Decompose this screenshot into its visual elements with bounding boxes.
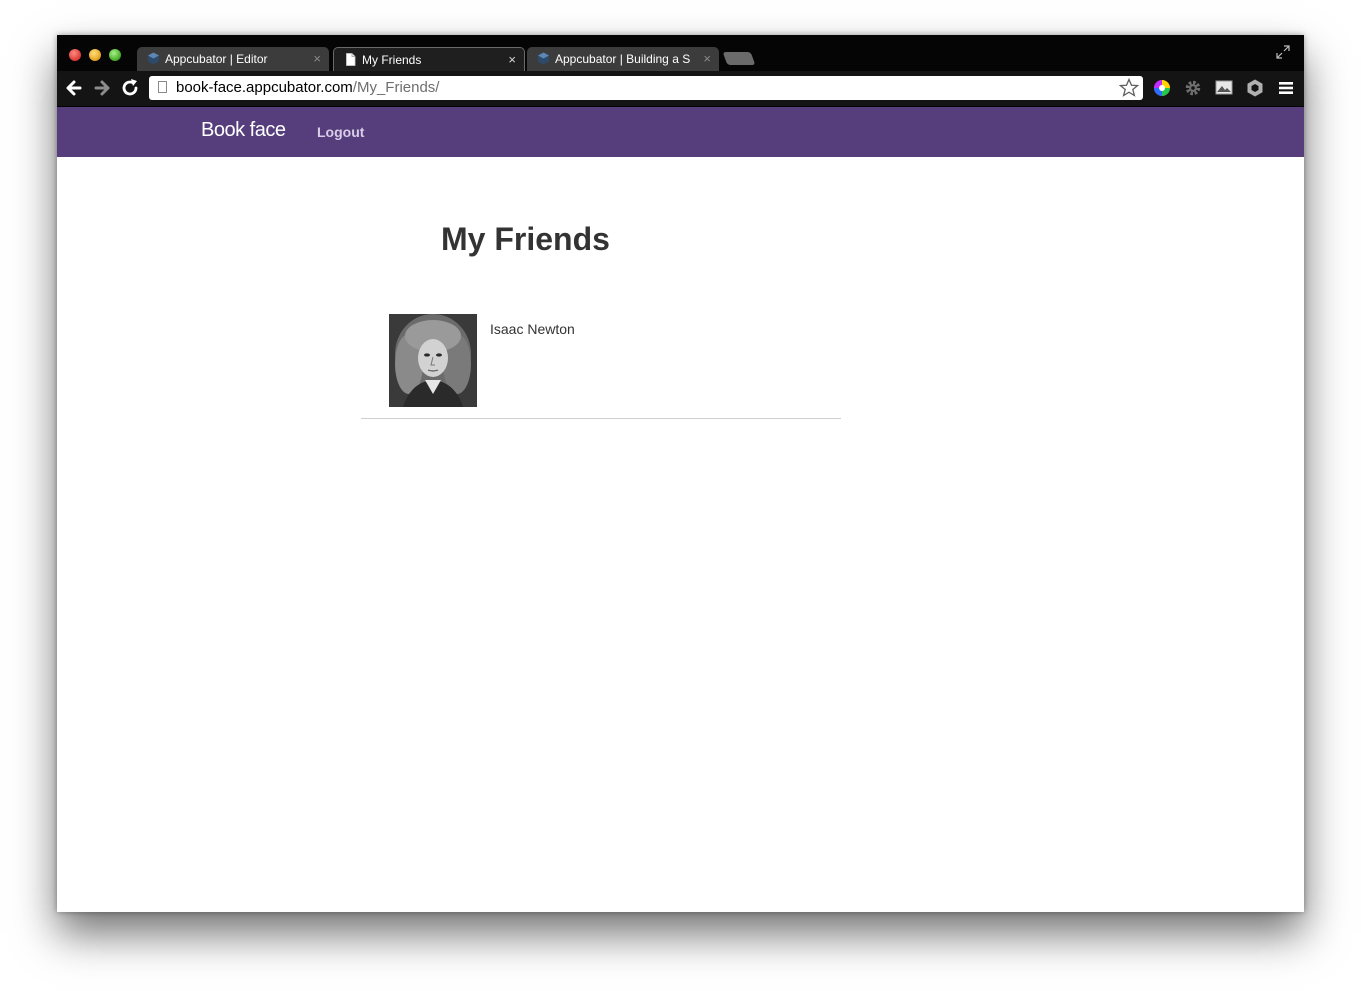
friend-list-item[interactable]: Isaac Newton [361,313,841,419]
address-bar[interactable]: book-face.appcubator.com/My_Friends/ [149,76,1143,100]
tab-my-friends[interactable]: My Friends × [333,47,525,71]
zoom-window-button[interactable] [109,49,121,61]
close-tab-icon[interactable]: × [703,47,711,71]
friend-name[interactable]: Isaac Newton [490,321,575,337]
browser-window: Appcubator | Editor × Appcubator | Build… [57,35,1304,912]
url-host: book-face.appcubator.com [176,79,353,96]
url-path: /My_Friends/ [352,79,440,96]
app-navbar: Book face Logout [57,107,1304,157]
logout-link[interactable]: Logout [317,124,364,140]
forward-arrow-icon[interactable] [91,77,113,99]
tab-title: My Friends [362,53,422,67]
brand-logo[interactable]: Book face [201,119,286,142]
minimize-window-button[interactable] [89,49,101,61]
fullscreen-icon[interactable] [1276,45,1290,59]
tab-building-social[interactable]: Appcubator | Building a So × [527,47,719,71]
hexagon-icon[interactable] [1246,79,1264,97]
close-tab-icon[interactable]: × [508,48,516,71]
gear-icon[interactable] [1184,79,1202,97]
tab-title: Appcubator | Building a So [555,52,690,66]
page-title: My Friends [441,221,610,257]
tab-appcubator-editor[interactable]: Appcubator | Editor × [137,47,329,71]
close-tab-icon[interactable]: × [313,47,321,71]
tab-strip: Appcubator | Editor × Appcubator | Build… [57,35,1304,71]
appcubator-icon [148,52,159,65]
tab-title: Appcubator | Editor [165,52,268,66]
menu-icon[interactable] [1277,79,1295,97]
browser-toolbar: book-face.appcubator.com/My_Friends/ [57,71,1304,107]
color-wheel-icon[interactable] [1153,79,1171,97]
appcubator-icon [538,52,549,65]
page-icon [158,81,167,93]
page-icon [346,53,356,66]
new-tab-button[interactable] [722,52,756,65]
back-arrow-icon[interactable] [63,77,85,99]
bookmark-star-icon[interactable] [1119,78,1139,98]
reload-icon[interactable] [119,77,141,99]
close-window-button[interactable] [69,49,81,61]
portrait-photo [389,314,477,407]
image-icon[interactable] [1215,79,1233,97]
